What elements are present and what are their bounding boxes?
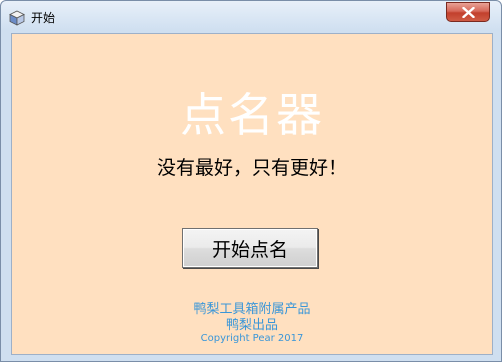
- app-cube-icon: [9, 10, 25, 26]
- close-icon: [462, 7, 475, 18]
- app-heading: 点名器: [180, 88, 324, 142]
- footer-product-line: 鸭梨工具箱附属产品: [193, 302, 311, 317]
- slogan-text: 没有最好，只有更好！: [156, 157, 347, 179]
- title-bar[interactable]: 开始: [1, 1, 501, 32]
- client-area: 点名器 没有最好，只有更好！ 开始点名 鸭梨工具箱附属产品 鸭梨出品 Copyr…: [11, 33, 493, 355]
- footer-publisher-line: 鸭梨出品: [225, 318, 278, 333]
- footer-copyright: Copyright Pear 2017: [200, 333, 304, 344]
- app-window: 开始 点名器 没有最好，只有更好！ 开始点名 鸭梨工具箱附属产品 鸭梨出品 Co…: [0, 0, 502, 362]
- close-button[interactable]: [446, 2, 490, 22]
- window-title: 开始: [31, 11, 56, 25]
- start-roll-call-button[interactable]: 开始点名: [182, 228, 318, 268]
